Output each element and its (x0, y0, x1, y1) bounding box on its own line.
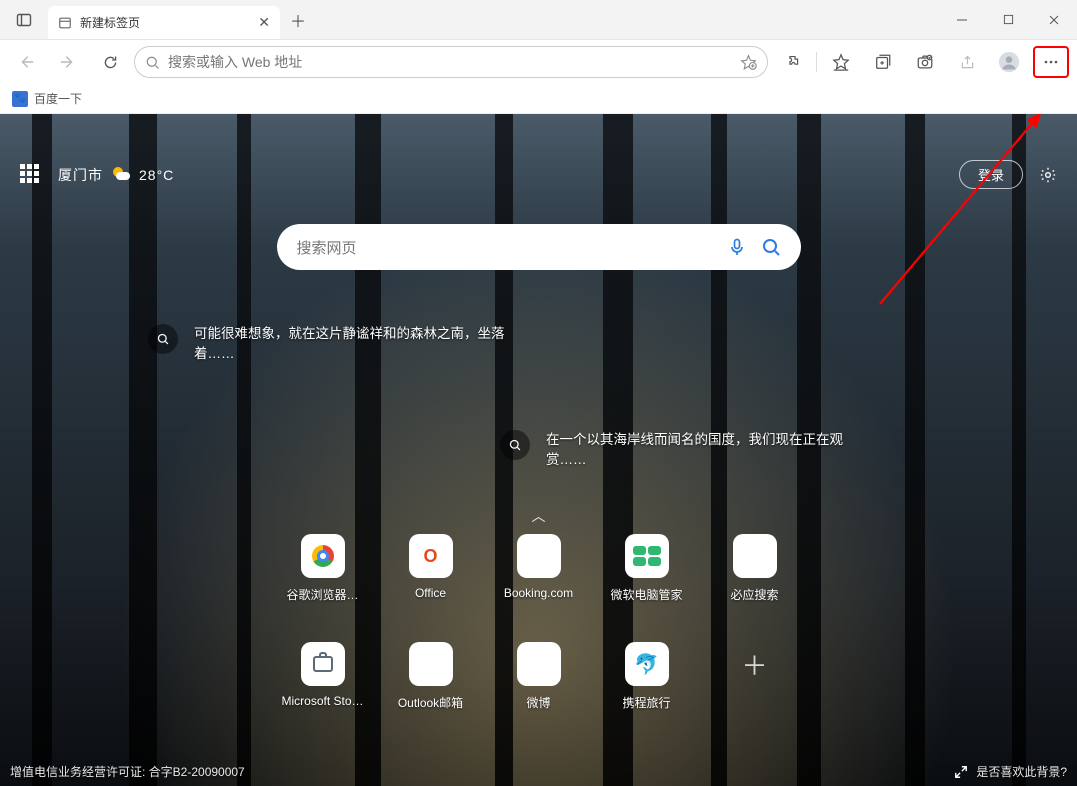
info-story-1[interactable]: 可能很难想象，就在这片静谧祥和的森林之南，坐落着…… (148, 324, 508, 364)
page-settings-gear-icon[interactable] (1039, 166, 1057, 184)
address-bar[interactable]: 搜索或输入 Web 地址 (134, 46, 768, 78)
search-icon (145, 55, 160, 70)
share-button[interactable] (949, 46, 985, 78)
like-background-link[interactable]: 是否喜欢此背景? (976, 763, 1067, 780)
collapse-caret-icon[interactable]: ︿ (532, 506, 546, 526)
tile-pcmanager[interactable]: 微软电脑管家 (601, 534, 693, 626)
new-tab-button[interactable]: ＋ (280, 0, 316, 39)
weather-city: 厦门市 (58, 165, 103, 185)
weather-widget[interactable]: 厦门市 28°C (58, 165, 174, 185)
address-bar-placeholder: 搜索或输入 Web 地址 (168, 52, 732, 72)
settings-and-more-button[interactable] (1033, 46, 1069, 78)
tile-booking[interactable]: B.Booking.com (493, 534, 585, 626)
tile-office[interactable]: OOffice (385, 534, 477, 626)
toolbar: 搜索或输入 Web 地址 (0, 40, 1077, 84)
tab-title: 新建标签页 (80, 14, 250, 31)
story-1-text: 可能很难想象，就在这片静谧祥和的森林之南，坐落着…… (194, 324, 508, 364)
tile-weibo[interactable]: 👁微博 (493, 642, 585, 734)
back-button[interactable] (8, 46, 44, 78)
tab-favicon (58, 16, 72, 30)
tile-add[interactable]: ＋ (709, 642, 801, 734)
tile-bing[interactable]: b必应搜索 (709, 534, 801, 626)
bookmark-baidu[interactable]: 百度一下 (34, 90, 82, 107)
magnify-icon (148, 324, 178, 354)
tab-close-button[interactable]: ✕ (258, 14, 270, 31)
extensions-button[interactable] (774, 46, 810, 78)
baidu-favicon: 🐾 (12, 91, 28, 107)
titlebar: 新建标签页 ✕ ＋ (0, 0, 1077, 40)
tile-msstore[interactable]: Microsoft Sto… (277, 642, 369, 734)
story-2-text: 在一个以其海岸线而闻名的国度，我们现在正在观赏…… (546, 430, 860, 470)
reload-button[interactable] (92, 46, 128, 78)
window-maximize-button[interactable] (985, 0, 1031, 39)
window-close-button[interactable] (1031, 0, 1077, 39)
profile-button[interactable] (991, 46, 1027, 78)
collections-button[interactable] (865, 46, 901, 78)
forward-button[interactable] (50, 46, 86, 78)
tile-outlook[interactable]: OOutlook邮箱 (385, 642, 477, 734)
quick-links-grid: 谷歌浏览器… OOffice B.Booking.com 微软电脑管家 b必应搜… (277, 534, 801, 734)
favorite-page-icon[interactable] (740, 54, 757, 71)
license-text: 增值电信业务经营许可证: 合字B2-20090007 (10, 763, 245, 780)
bookmarks-bar: 🐾 百度一下 (0, 84, 1077, 114)
weather-icon (111, 165, 131, 185)
voice-search-icon[interactable] (727, 237, 747, 257)
content-footer: 增值电信业务经营许可证: 合字B2-20090007 是否喜欢此背景? (0, 763, 1077, 780)
tile-ctrip[interactable]: 🐬携程旅行 (601, 642, 693, 734)
info-story-2[interactable]: 在一个以其海岸线而闻名的国度，我们现在正在观赏…… (500, 430, 860, 470)
login-button[interactable]: 登录 (959, 160, 1023, 189)
screenshot-button[interactable] (907, 46, 943, 78)
expand-icon[interactable] (954, 765, 968, 779)
favorites-button[interactable] (823, 46, 859, 78)
window-minimize-button[interactable] (939, 0, 985, 39)
tile-chrome[interactable]: 谷歌浏览器… (277, 534, 369, 626)
search-submit-icon[interactable] (761, 237, 781, 257)
new-tab-content: 厦门市 28°C 登录 搜索网页 可能很难想象，就在这片静谧祥和的森林之南，坐落… (0, 114, 1077, 786)
web-search-bar[interactable]: 搜索网页 (277, 224, 801, 270)
app-launcher-icon[interactable] (20, 164, 42, 186)
tab-actions-button[interactable] (0, 0, 48, 39)
magnify-icon (500, 430, 530, 460)
search-placeholder: 搜索网页 (297, 237, 713, 258)
weather-temp: 28°C (139, 167, 174, 183)
browser-tab[interactable]: 新建标签页 ✕ (48, 6, 280, 39)
